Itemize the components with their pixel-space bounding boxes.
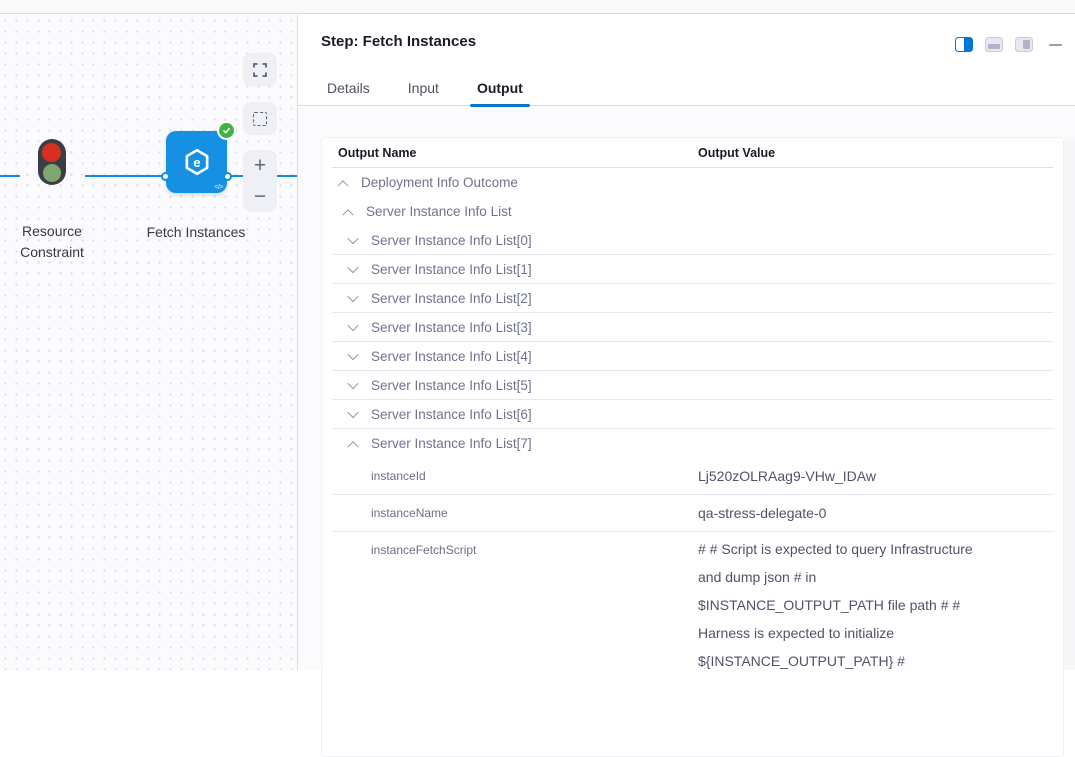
canvas-fullscreen-button[interactable] xyxy=(243,53,277,86)
output-key: instanceFetchScript xyxy=(371,540,476,557)
tree-row-label: Server Instance Info List[0] xyxy=(371,233,532,248)
panel-dock-bottom-icon[interactable] xyxy=(985,37,1003,52)
tree-row-label: Server Instance Info List[7] xyxy=(371,436,532,451)
tree-row[interactable]: Server Instance Info List[3] xyxy=(332,313,1053,342)
resource-constraint-label: Resource Constraint xyxy=(0,221,104,263)
svg-text:e: e xyxy=(193,155,200,170)
chevron-down-icon[interactable] xyxy=(346,352,360,360)
tree-row[interactable]: Deployment Info Outcome xyxy=(332,168,1053,197)
output-kv-row: instanceFetchScript# # Script is expecte… xyxy=(332,532,1053,569)
chevron-down-icon[interactable] xyxy=(346,323,360,331)
tree-row-label: Deployment Info Outcome xyxy=(361,175,518,190)
tree-row[interactable]: Server Instance Info List[2] xyxy=(332,284,1053,313)
tree-row-label: Server Instance Info List[2] xyxy=(371,291,532,306)
tree-row-label: Server Instance Info List xyxy=(366,204,512,219)
canvas-selection-button[interactable] xyxy=(243,102,277,135)
node-input-port xyxy=(161,172,170,181)
tab-output[interactable]: Output xyxy=(472,71,528,106)
column-output-name: Output Name xyxy=(338,146,416,160)
panel-float-icon[interactable] xyxy=(1015,37,1033,52)
node-output-port xyxy=(223,172,232,181)
marquee-select-icon xyxy=(253,112,267,126)
output-value: # # Script is expected to query Infrastr… xyxy=(698,535,988,675)
zoom-out-button[interactable]: − xyxy=(254,188,266,206)
connector-line-middle xyxy=(85,175,164,177)
tree-row[interactable]: Server Instance Info List[4] xyxy=(332,342,1053,371)
chevron-down-icon[interactable] xyxy=(346,294,360,302)
output-kv-row: instanceId Lj520zOLRAag9-VHw_IDAw xyxy=(332,458,1053,495)
pipeline-canvas[interactable]: Resource Constraint e </> Fetch Instance… xyxy=(0,15,298,670)
traffic-light-green-icon xyxy=(43,164,61,182)
chevron-down-icon[interactable] xyxy=(346,265,360,273)
tree-row-label: Server Instance Info List[6] xyxy=(371,407,532,422)
output-key: instanceName xyxy=(371,506,448,520)
chevron-down-icon[interactable] xyxy=(346,381,360,389)
tree-row[interactable]: Server Instance Info List[1] xyxy=(332,255,1053,284)
fullscreen-icon xyxy=(253,63,267,77)
tab-details[interactable]: Details xyxy=(322,71,375,106)
harness-step-icon: e xyxy=(181,146,213,178)
tree-row-label: Server Instance Info List[3] xyxy=(371,320,532,335)
fetch-instances-node[interactable]: e </> xyxy=(166,131,227,193)
tree-row[interactable]: Server Instance Info List[5] xyxy=(332,371,1053,400)
step-details-panel: Step: Fetch Instances DetailsInputOutput… xyxy=(298,15,1075,670)
output-table-header: Output Name Output Value xyxy=(332,138,1053,168)
column-output-value: Output Value xyxy=(698,146,775,160)
traffic-light-red-icon xyxy=(42,143,61,162)
connector-line-left xyxy=(0,175,20,177)
tree-row-label: Server Instance Info List[4] xyxy=(371,349,532,364)
output-table-card: Output Name Output Value Deployment Info… xyxy=(321,137,1064,757)
fetch-instances-label: Fetch Instances xyxy=(133,222,259,243)
top-header-strip xyxy=(0,0,1075,14)
panel-tabs: Details Input Output xyxy=(298,71,1075,106)
tree-row[interactable]: Server Instance Info List xyxy=(332,197,1053,226)
chevron-down-icon[interactable] xyxy=(346,236,360,244)
resource-constraint-node[interactable] xyxy=(38,139,66,185)
output-tab-content: Output Name Output Value Deployment Info… xyxy=(298,107,1075,670)
tree-row-label: Server Instance Info List[1] xyxy=(371,262,532,277)
output-value: qa-stress-delegate-0 xyxy=(698,505,826,521)
output-rows: Deployment Info Outcome Server Instance I… xyxy=(332,168,1053,569)
output-kv-row: instanceName qa-stress-delegate-0 xyxy=(332,495,1053,532)
output-value: Lj520zOLRAag9-VHw_IDAw xyxy=(698,468,876,484)
tab-input[interactable]: Input xyxy=(403,71,444,106)
panel-title: Step: Fetch Instances xyxy=(321,33,476,50)
chevron-up-icon[interactable] xyxy=(341,208,355,216)
panel-layout-controls xyxy=(955,37,1062,52)
tree-row[interactable]: Server Instance Info List[6] xyxy=(332,400,1053,429)
chevron-up-icon[interactable] xyxy=(336,179,350,187)
output-key: instanceId xyxy=(371,469,426,483)
zoom-in-button[interactable]: + xyxy=(254,157,266,175)
chevron-up-icon[interactable] xyxy=(346,440,360,448)
chevron-down-icon[interactable] xyxy=(346,410,360,418)
tree-row-label: Server Instance Info List[5] xyxy=(371,378,532,393)
tree-row[interactable]: Server Instance Info List[0] xyxy=(332,226,1053,255)
canvas-zoom-controls: + − xyxy=(243,150,277,212)
panel-dock-right-icon[interactable] xyxy=(955,37,973,52)
tree-row[interactable]: Server Instance Info List[7] xyxy=(332,429,1053,458)
scrollbar-track[interactable] xyxy=(1064,137,1075,670)
minimize-icon[interactable] xyxy=(1049,44,1062,46)
success-check-icon xyxy=(219,123,234,138)
script-step-icon: </> xyxy=(214,184,223,191)
